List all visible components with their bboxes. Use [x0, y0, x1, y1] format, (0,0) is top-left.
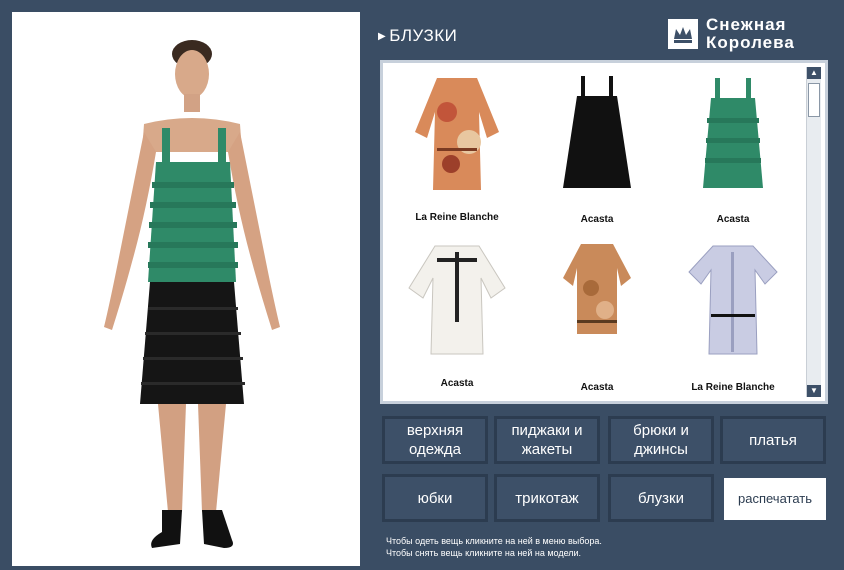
scroll-down-icon[interactable]: ▼	[807, 385, 821, 397]
brand-name: Снежная Королева	[706, 16, 795, 52]
brand-logo: Снежная Королева	[668, 16, 830, 56]
item-label: Acasta	[440, 378, 474, 389]
floral-blouse-icon	[415, 78, 499, 190]
print-button[interactable]: распечатать	[724, 478, 826, 520]
catalog-scrollbar[interactable]: ▲ ▼	[806, 67, 821, 397]
brand-line-2: Королева	[706, 33, 795, 52]
hint-undress: Чтобы снять вещь кликните на ней на моде…	[386, 548, 582, 558]
white-embroidered-blouse-icon	[408, 245, 506, 355]
section-title-text: БЛУЗКИ	[389, 26, 458, 45]
model-panel	[12, 12, 360, 566]
print-blouse-icon	[563, 244, 631, 334]
catalog-item[interactable]: La Reine Blanche	[388, 68, 526, 228]
category-dresses-button[interactable]: платья	[720, 416, 826, 464]
section-title: ▶ БЛУЗКИ	[378, 26, 458, 45]
catalog-item[interactable]: Acasta	[388, 234, 526, 394]
crown-icon	[668, 19, 698, 49]
model-figure[interactable]	[82, 32, 302, 562]
brand-line-1: Снежная	[706, 15, 787, 34]
black-pleated-top-icon	[563, 76, 631, 188]
catalog-item[interactable]: La Reine Blanche	[664, 234, 802, 394]
green-ruffled-top-icon	[703, 78, 763, 188]
item-label: La Reine Blanche	[415, 212, 499, 223]
scroll-thumb[interactable]	[808, 83, 820, 117]
category-knitwear-button[interactable]: трикотаж	[494, 474, 600, 522]
catalog-item[interactable]: Acasta	[664, 68, 802, 228]
category-jackets-button[interactable]: пиджаки и жакеты	[494, 416, 600, 464]
catalog-panel: La Reine Blanche Acasta Acasta Acasta Ac…	[380, 60, 828, 404]
item-label: Acasta	[580, 214, 614, 225]
category-outerwear-button[interactable]: верхняя одежда	[382, 416, 488, 464]
catalog-grid: La Reine Blanche Acasta Acasta Acasta Ac…	[386, 66, 802, 398]
catalog-item[interactable]: Acasta	[528, 234, 666, 394]
hint-dress: Чтобы одеть вещь кликните на ней в меню …	[386, 536, 602, 546]
item-label: La Reine Blanche	[691, 382, 775, 393]
category-skirts-button[interactable]: юбки	[382, 474, 488, 522]
catalog-item[interactable]: Acasta	[528, 68, 666, 228]
category-blouses-button[interactable]: блузки	[608, 474, 714, 522]
item-label: Acasta	[716, 214, 750, 225]
item-label: Acasta	[580, 382, 614, 393]
scroll-up-icon[interactable]: ▲	[807, 67, 821, 79]
category-trousers-button[interactable]: брюки и джинсы	[608, 416, 714, 464]
striped-shirt-icon	[688, 245, 778, 355]
